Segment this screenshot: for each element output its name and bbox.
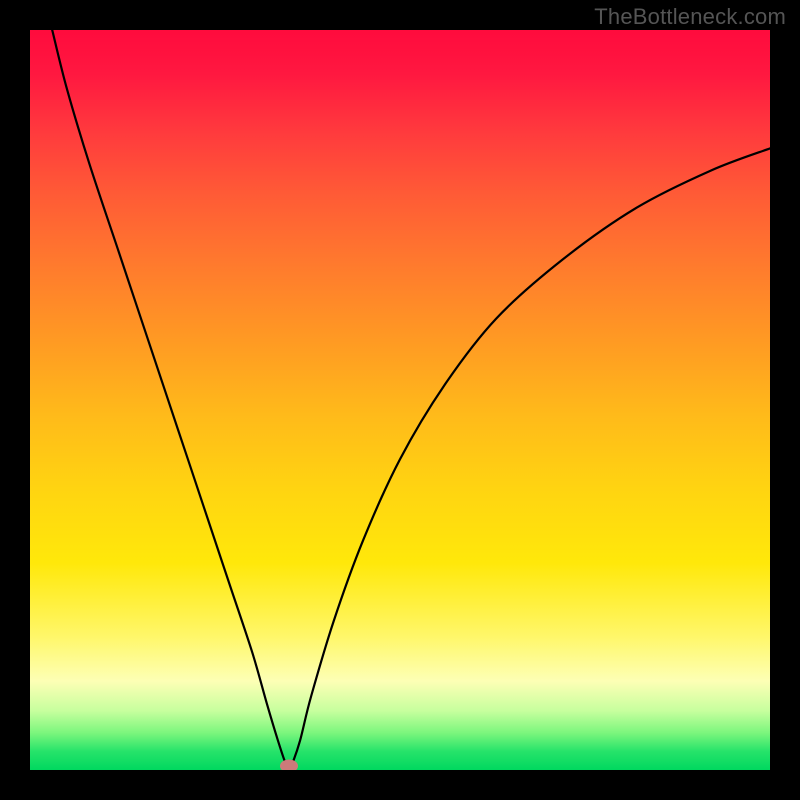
chart-frame: TheBottleneck.com <box>0 0 800 800</box>
plot-area <box>30 30 770 770</box>
curve-path <box>52 30 770 770</box>
optimal-point-marker <box>280 760 298 771</box>
bottleneck-curve <box>30 30 770 770</box>
watermark-text: TheBottleneck.com <box>594 4 786 30</box>
